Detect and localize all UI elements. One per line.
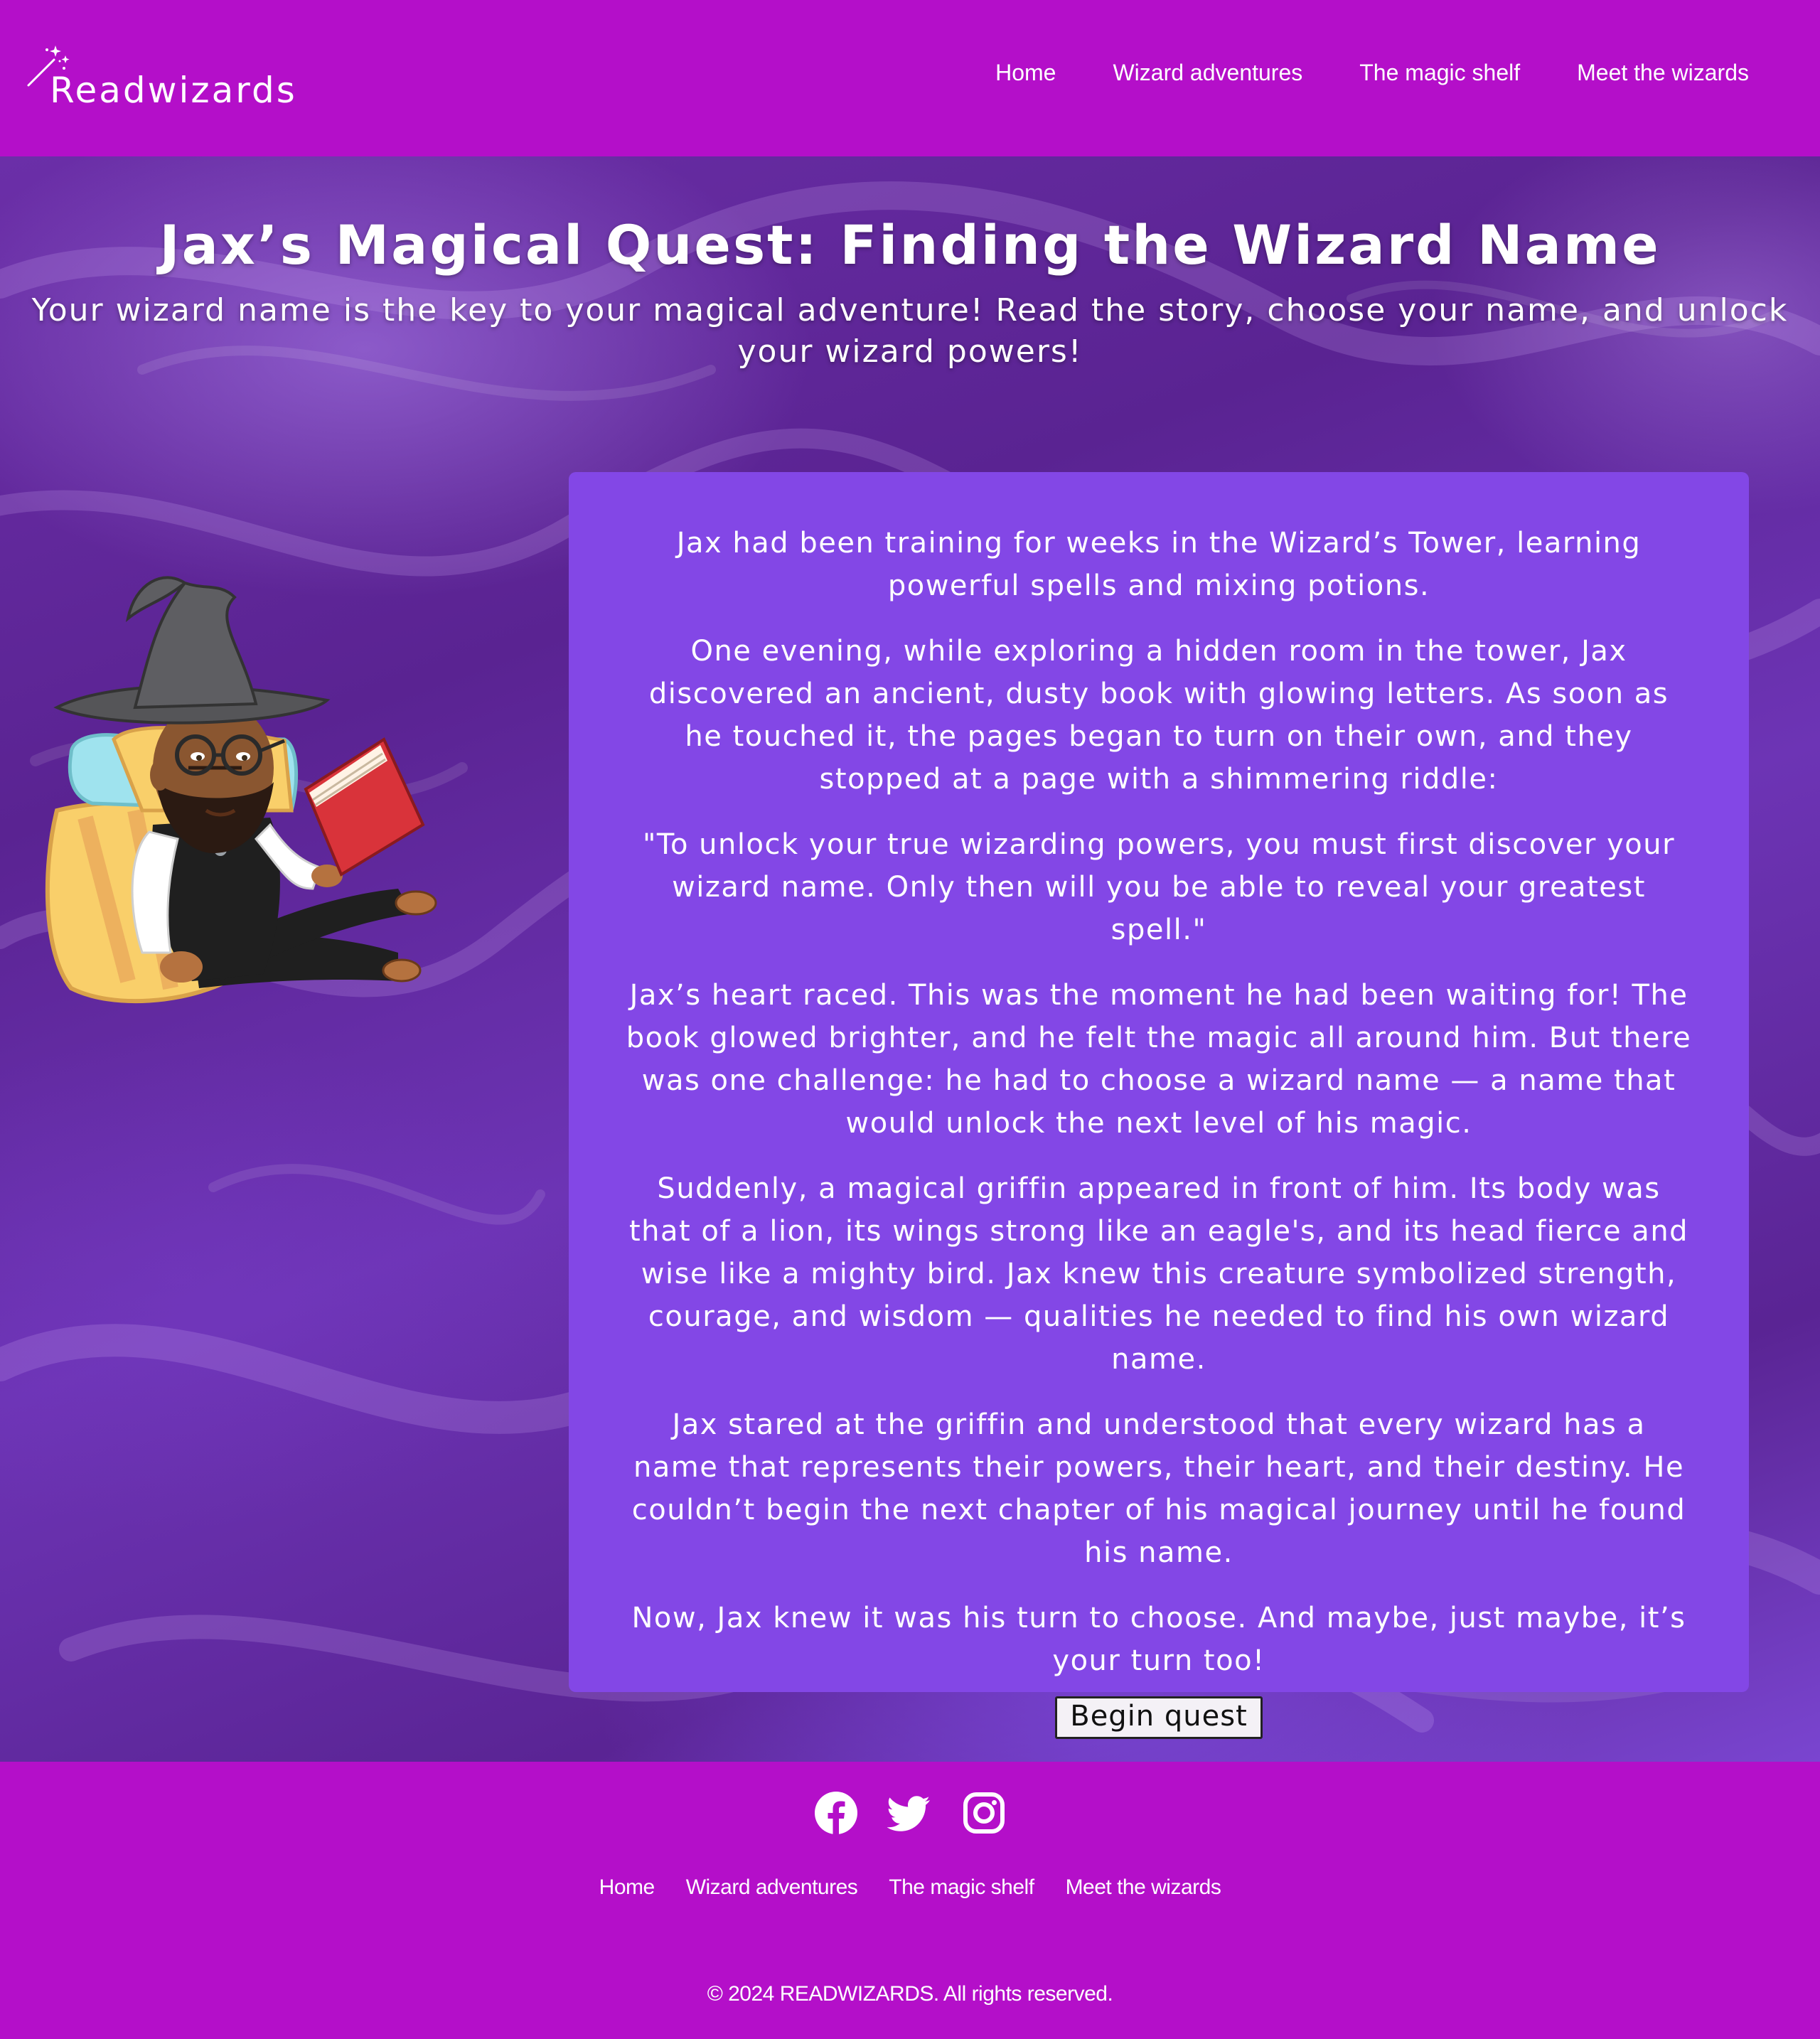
nav-link-home[interactable]: Home [995, 60, 1056, 86]
footer-link-home[interactable]: Home [599, 1875, 655, 1900]
story-paragraph: One evening, while exploring a hidden ro… [648, 635, 1669, 796]
facebook-icon [815, 1792, 857, 1834]
social-links [0, 1790, 1820, 1836]
nav-link-magic-shelf[interactable]: The magic shelf [1359, 60, 1520, 86]
footer-link-meet-the-wizards[interactable]: Meet the wizards [1066, 1875, 1221, 1900]
begin-quest-button[interactable]: Begin quest [1055, 1696, 1263, 1739]
footer-link-magic-shelf[interactable]: The magic shelf [889, 1875, 1034, 1900]
story-paragraph: Jax stared at the griffin and understood… [631, 1408, 1686, 1569]
wizard-reading-illustration [45, 576, 437, 1004]
story-section: Jax’s Magical Quest: Finding the Wizard … [0, 156, 1820, 1762]
copyright-text: © 2024 READWIZARDS. All rights reserved. [707, 1982, 1113, 2006]
facebook-link[interactable] [813, 1790, 859, 1836]
footer-nav: Home Wizard adventures The magic shelf M… [0, 1875, 1820, 1900]
story-paragraph: Jax’s heart raced. This was the moment h… [626, 979, 1692, 1140]
story-paragraph: Jax had been training for weeks in the W… [676, 527, 1642, 602]
logo-link[interactable]: Readwizards [26, 38, 295, 117]
story-paragraph: Now, Jax knew it was his turn to choose.… [631, 1602, 1686, 1677]
story-paragraph: Suddenly, a magical griffin appeared in … [628, 1172, 1689, 1376]
site-footer: Home Wizard adventures The magic shelf M… [0, 1762, 1820, 2039]
footer-link-wizard-adventures[interactable]: Wizard adventures [686, 1875, 858, 1900]
story-card: Jax had been training for weeks in the W… [569, 472, 1749, 1739]
story-paragraph: "To unlock your true wizarding powers, y… [642, 828, 1676, 946]
logo-text: Readwizards [50, 70, 297, 111]
nav-link-meet-the-wizards[interactable]: Meet the wizards [1577, 60, 1749, 86]
twitter-link[interactable] [887, 1790, 933, 1836]
nav-link-wizard-adventures[interactable]: Wizard adventures [1113, 60, 1302, 86]
instagram-link[interactable] [961, 1790, 1007, 1836]
main-nav: Home Wizard adventures The magic shelf M… [995, 60, 1749, 86]
twitter-icon [887, 1796, 930, 1831]
page-subtitle: Your wizard name is the key to your magi… [31, 292, 1789, 370]
site-header: Readwizards Home Wizard adventures The m… [0, 0, 1820, 156]
instagram-icon [963, 1792, 1005, 1834]
page-title: Jax’s Magical Quest: Finding the Wizard … [159, 213, 1661, 277]
